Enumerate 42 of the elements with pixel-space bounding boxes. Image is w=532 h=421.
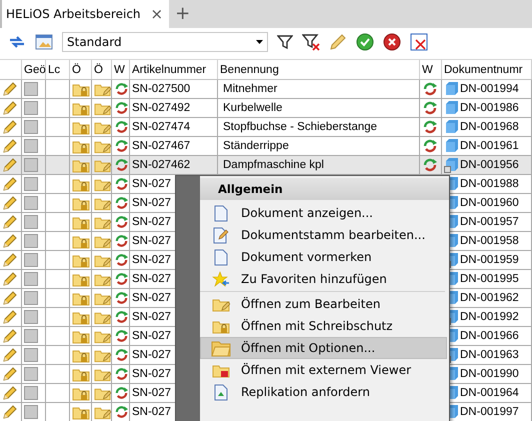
table-cell: DN-001968: [460, 121, 519, 133]
menu-heading: Allgemein: [218, 182, 283, 196]
table-cell: SN-027467: [132, 140, 190, 152]
table-cell: DN-001997: [460, 406, 519, 418]
table-cell: DN-001961: [460, 140, 519, 152]
table-cell: DN-001962: [460, 292, 519, 304]
table-cell: SN-027462: [132, 159, 190, 171]
table-cell-text: Kurbelwelle: [222, 102, 282, 114]
table-cell: DN-001986: [460, 102, 519, 114]
table-cell: SN-027: [132, 349, 171, 361]
table-cell: SN-027: [132, 178, 171, 190]
table-cell: DN-001959: [460, 254, 519, 266]
table-cell: DN-001963: [460, 349, 519, 361]
table-cell: DN-001990: [460, 368, 519, 380]
table-cell: DN-001964: [460, 387, 519, 399]
table-cell: DN-001960: [460, 197, 519, 209]
table-cell: DN-001995: [460, 273, 519, 285]
table-cell-text: Ständerrippe: [222, 140, 289, 152]
table-cell: SN-027474: [132, 121, 190, 133]
table-cell: DN-001956: [460, 159, 519, 171]
table-cell: SN-027: [132, 197, 171, 209]
table-cell: SN-027500: [132, 83, 190, 95]
table-cell: DN-001992: [460, 311, 519, 323]
table-cell: DN-001966: [460, 330, 519, 342]
table-cell-text: Stopfbuchse - Schieberstange: [222, 121, 378, 133]
table-cell: SN-027: [132, 406, 171, 418]
table-cell: DN-001957: [460, 216, 519, 228]
table-cell: SN-027: [132, 273, 171, 285]
table-cell: SN-027: [132, 368, 171, 380]
table-cell: DN-001994: [460, 83, 519, 95]
table-cell: SN-027: [132, 235, 171, 247]
table-cell: DN-001958: [460, 235, 519, 247]
table-cell: DN-001988: [460, 178, 519, 190]
table-cell: SN-027: [132, 254, 171, 266]
table-cell-text: Dampfmaschine kpl: [222, 159, 324, 171]
table-cell: SN-027: [132, 216, 171, 228]
table-cell: SN-027: [132, 387, 171, 399]
table-cell-text: Mitnehmer: [222, 83, 278, 95]
table-cell: SN-027492: [132, 102, 190, 114]
table-cell: SN-027: [132, 330, 171, 342]
table-cell: SN-027: [132, 292, 171, 304]
table-cell: SN-027: [132, 311, 171, 323]
